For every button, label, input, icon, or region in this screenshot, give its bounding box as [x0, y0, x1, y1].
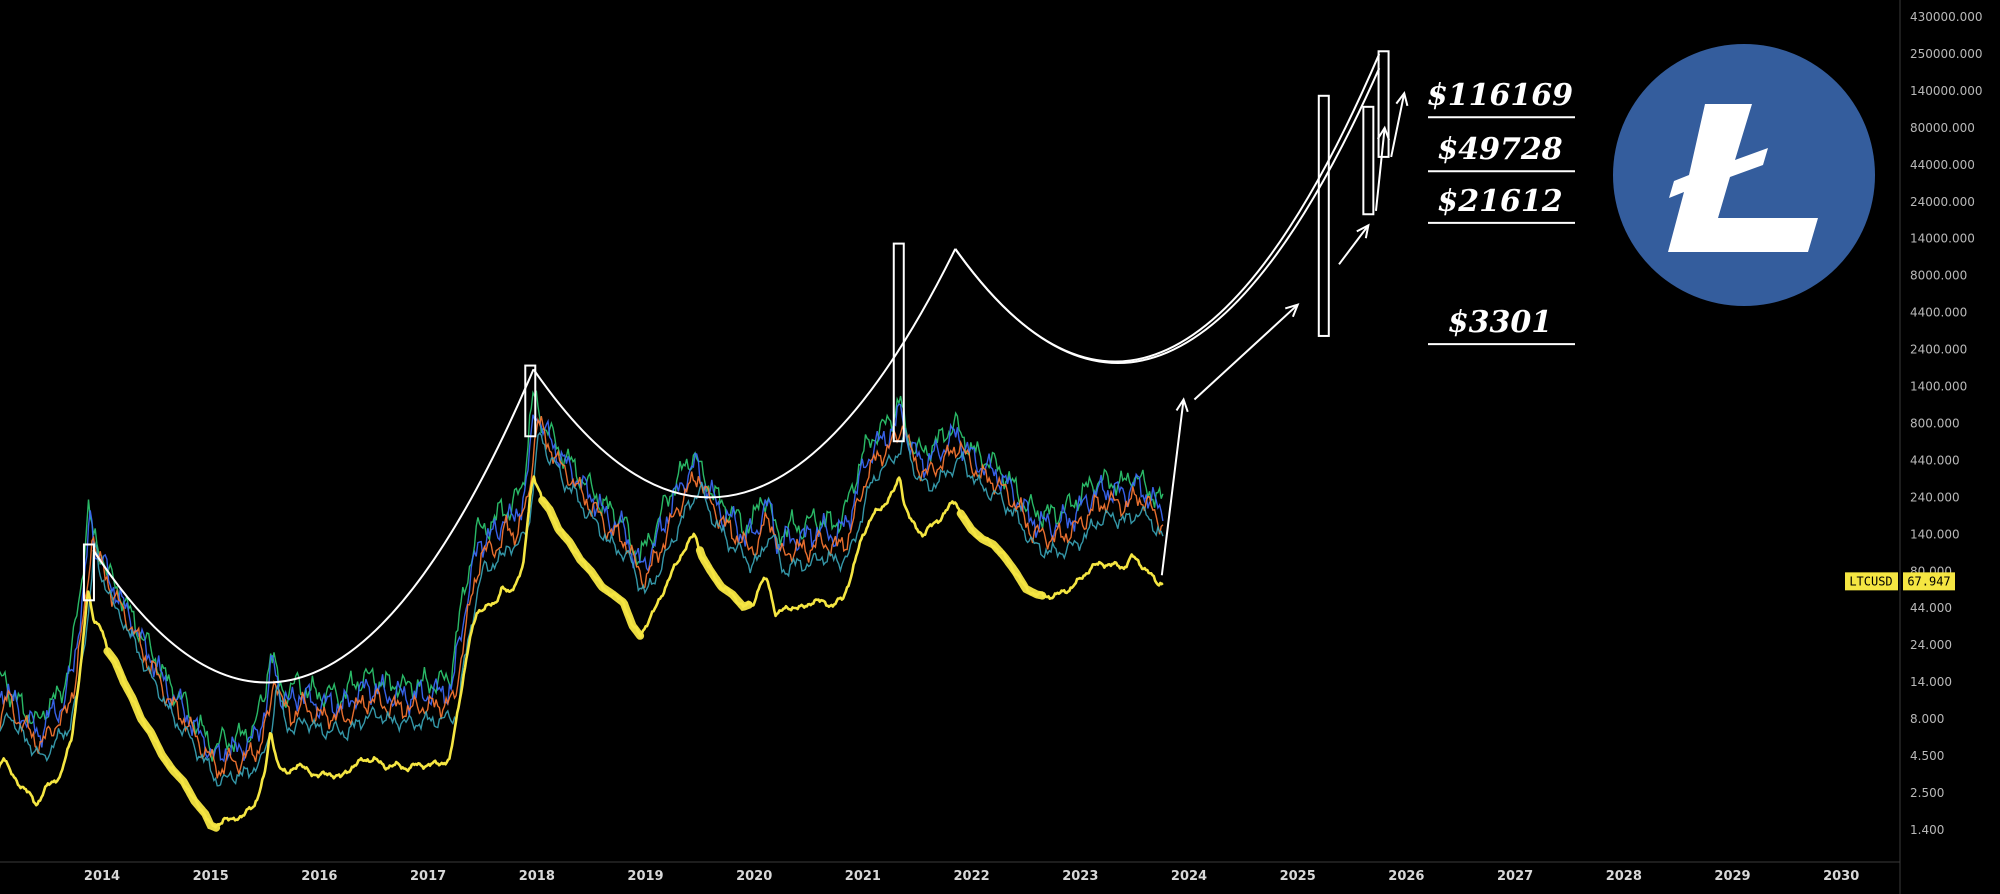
y-tick-label: 140000.000 [1910, 84, 1983, 98]
y-tick-label: 240.000 [1910, 490, 1960, 504]
main-series-drawdown [103, 647, 221, 832]
y-tick-label: 800.000 [1910, 416, 1960, 430]
cup-curve [954, 53, 1381, 363]
cup-curves-group [92, 53, 1381, 684]
price-target: $49728 [1428, 132, 1575, 173]
x-tick-label: 2025 [1280, 869, 1316, 884]
y-tick-label: 24000.000 [1910, 195, 1975, 209]
y-tick-label: 440.000 [1910, 453, 1960, 467]
price-chart[interactable]: $116169 $49728 $21612 $3301 430000.000 25000… [0, 0, 2000, 894]
main-series-group [0, 475, 1164, 832]
y-tick-label: 2400.000 [1910, 343, 1967, 357]
x-tick-label: 2019 [627, 869, 663, 884]
x-tick-label: 2022 [954, 869, 990, 884]
main-series-drawdown [695, 546, 753, 612]
y-tick-label: 4400.000 [1910, 306, 1967, 320]
price-target-label: $21612 [1437, 184, 1562, 219]
projection-arrow [1390, 91, 1409, 158]
y-tick-label: 1400.000 [1910, 380, 1967, 394]
projection-arrow [1160, 397, 1189, 576]
projection-arrow [1338, 223, 1370, 265]
x-tick-label: 2027 [1497, 869, 1533, 884]
x-tick-label: 2018 [519, 869, 555, 884]
overlay-series-line [0, 390, 1164, 762]
y-tick-label: 14.000 [1910, 675, 1952, 689]
x-tick-label: 2026 [1388, 869, 1424, 884]
y-tick-label: 14000.000 [1910, 232, 1975, 246]
y-tick-label: 80000.000 [1910, 121, 1975, 135]
x-tick-label: 2014 [84, 869, 120, 884]
overlay-series-line [0, 403, 1164, 763]
y-tick-label: 8.000 [1910, 712, 1944, 726]
y-tick-label: 250000.000 [1910, 47, 1983, 61]
y-tick-label: 44.000 [1910, 601, 1952, 615]
x-axis[interactable]: 2014 2015 2016 2017 2018 2019 2020 2021 2022 2023… [0, 861, 1900, 884]
price-target-label: $116169 [1427, 78, 1573, 113]
y-tick-label: 2.500 [1910, 786, 1944, 800]
y-tick-label: 24.000 [1910, 638, 1952, 652]
y-tick-label: 4.500 [1910, 749, 1944, 763]
cup-curve [92, 368, 535, 684]
x-tick-label: 2015 [193, 869, 229, 884]
y-axis[interactable]: 430000.000 250000.000 140000.000 80000.000 4… [1899, 0, 1983, 894]
price-target-label: $49728 [1437, 132, 1562, 167]
price-target: $116169 [1427, 78, 1575, 119]
y-tick-label: 8000.000 [1910, 269, 1967, 283]
price-target: $3301 [1428, 305, 1575, 346]
x-tick-label: 2023 [1062, 869, 1098, 884]
logo-circle [1613, 44, 1875, 306]
price-target-label: $3301 [1448, 305, 1552, 340]
ticker-last-price: 67.947 [1907, 574, 1950, 588]
main-series-drawdown [956, 509, 1047, 600]
litecoin-logo-icon [1613, 44, 1875, 306]
projection-arrow [1193, 303, 1300, 401]
x-tick-label: 2017 [410, 869, 446, 884]
x-tick-label: 2029 [1714, 869, 1750, 884]
x-tick-label: 2030 [1823, 869, 1859, 884]
main-series-drawdown [538, 496, 645, 640]
x-tick-label: 2028 [1606, 869, 1642, 884]
overlay-series-group [0, 390, 1164, 787]
x-tick-label: 2020 [736, 869, 772, 884]
y-tick-label: 44000.000 [1910, 158, 1975, 172]
price-target: $21612 [1428, 184, 1575, 224]
x-tick-label: 2016 [301, 869, 337, 884]
highlight-box [1362, 105, 1375, 216]
cup-curve [954, 67, 1381, 364]
y-tick-label: 1.400 [1910, 823, 1944, 837]
x-tick-label: 2024 [1171, 869, 1207, 884]
highlight-box [1317, 94, 1330, 337]
x-tick-label: 2021 [845, 869, 881, 884]
y-tick-label: 430000.000 [1910, 10, 1983, 24]
targets-group: $116169 $49728 $21612 $3301 [1427, 78, 1575, 346]
boxes-group [82, 50, 1390, 602]
y-tick-label: 140.000 [1910, 527, 1960, 541]
logo-group [1613, 44, 1875, 306]
ticker-symbol: LTCUSD [1849, 574, 1892, 588]
